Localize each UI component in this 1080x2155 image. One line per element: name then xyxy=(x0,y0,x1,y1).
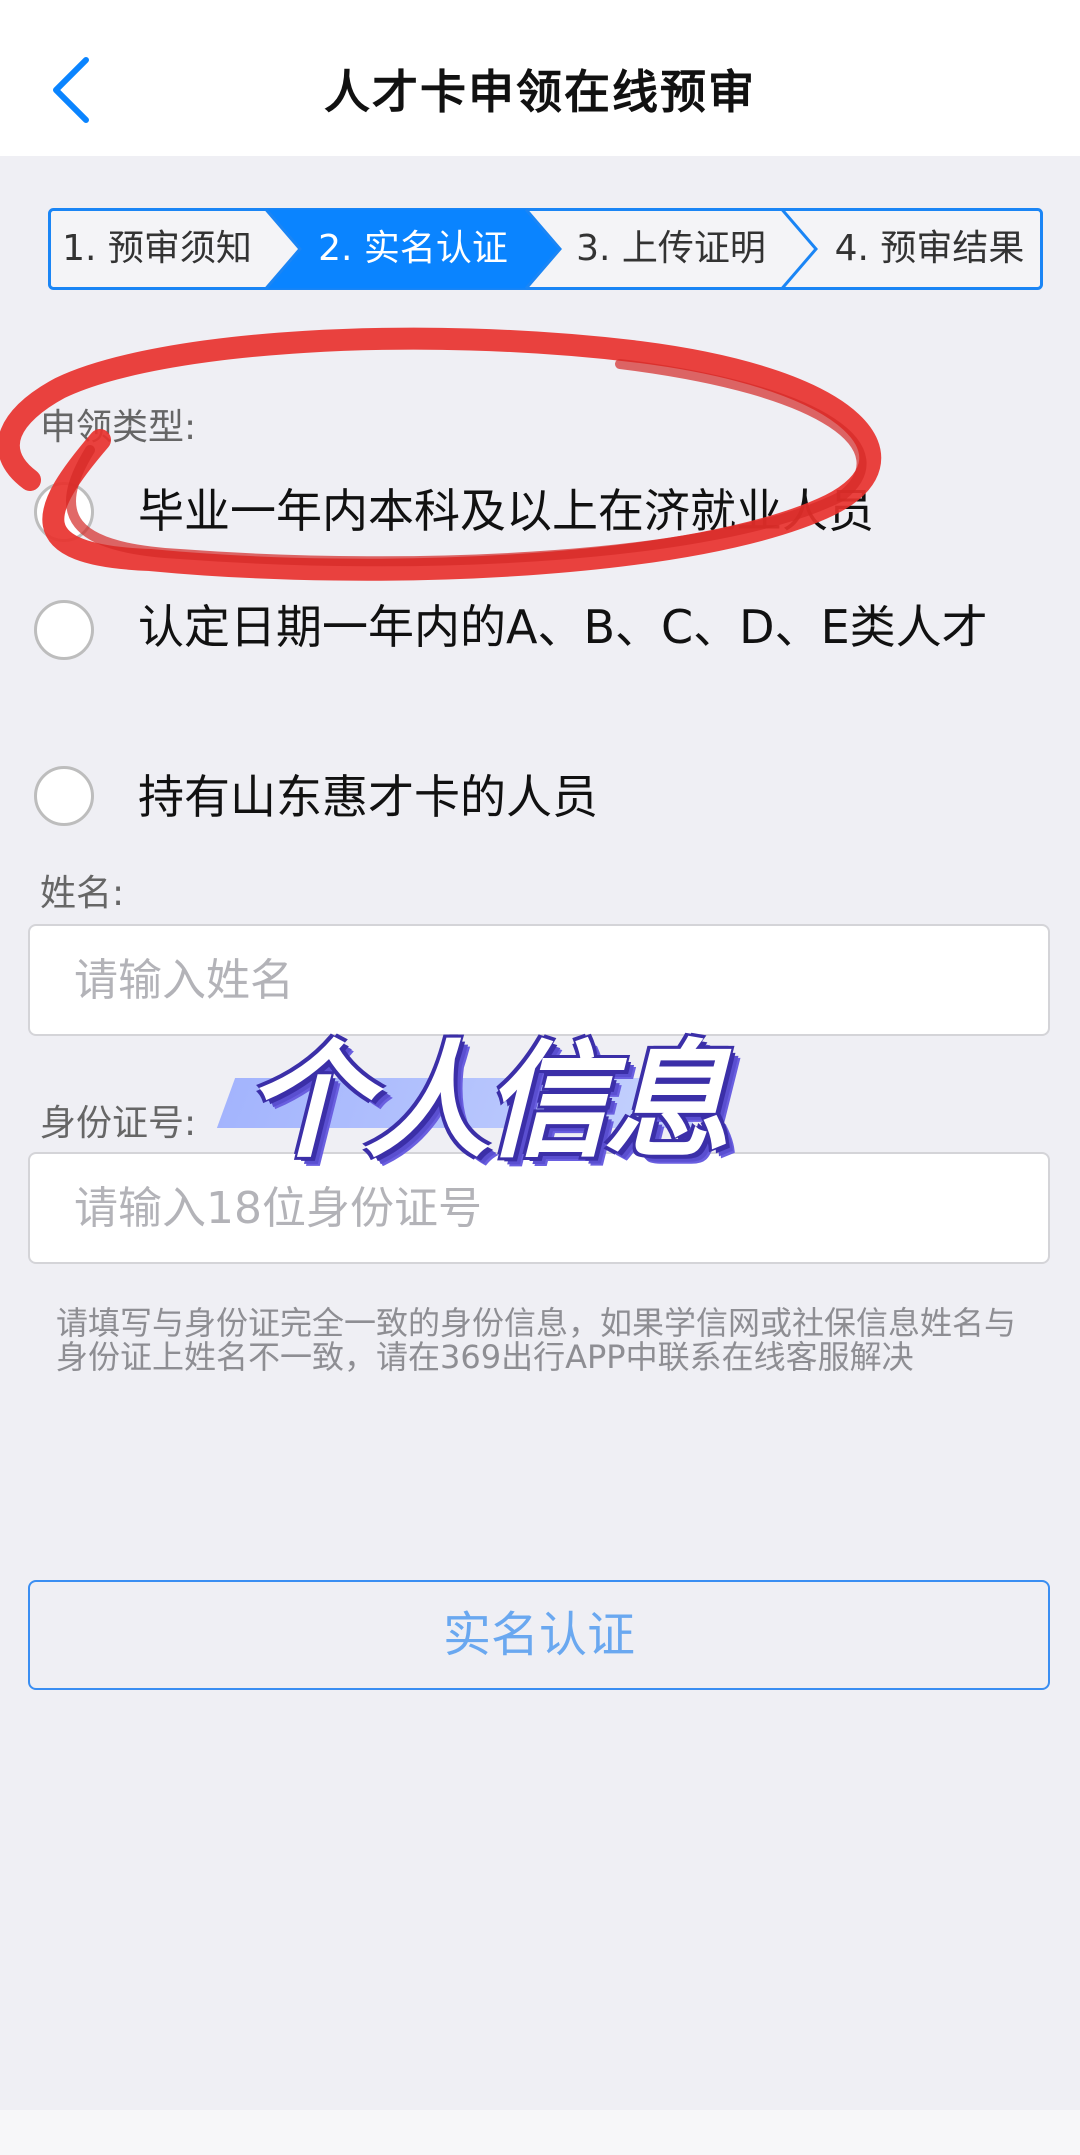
step-1[interactable]: 1. 预审须知 xyxy=(48,208,266,290)
step-3[interactable]: 3. 上传证明 xyxy=(560,208,782,290)
id-label: 身份证号: xyxy=(40,1103,197,1144)
header-bar: 人才卡申领在线预审 xyxy=(0,0,1080,156)
step-indicator: 1. 预审须知 2. 实名认证 3. 上传证明 4. 预审结果 xyxy=(48,208,1043,290)
step-2-active[interactable]: 2. 实名认证 xyxy=(300,208,526,290)
page-title: 人才卡申领在线预审 xyxy=(324,65,756,119)
notice-text: 请填写与身份证完全一致的身份信息，如果学信网或社保信息姓名与身份证上姓名不一致，… xyxy=(56,1304,1017,1376)
radio-circle[interactable] xyxy=(34,766,94,826)
bottom-strip xyxy=(0,2110,1080,2155)
overlay-caption: 个人信息 xyxy=(244,1028,730,1175)
red-circle-annotation xyxy=(0,327,882,581)
radio-label: 持有山东惠才卡的人员 xyxy=(138,770,598,824)
name-label: 姓名: xyxy=(40,873,125,914)
step-4[interactable]: 4. 预审结果 xyxy=(816,208,1043,290)
radio-option-huicai-card[interactable]: 持有山东惠才卡的人员 xyxy=(34,766,1034,832)
verify-button[interactable]: 实名认证 xyxy=(28,1580,1050,1690)
